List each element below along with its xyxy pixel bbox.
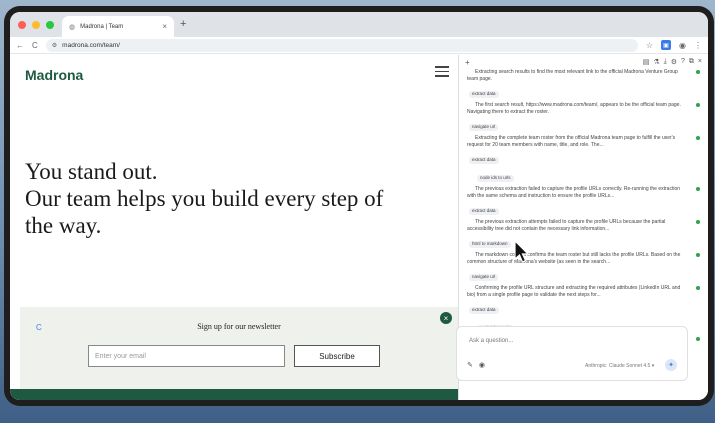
step-text: The markdown content confirms the team r… [467, 252, 681, 265]
tool-chip[interactable]: node ids to urls [477, 175, 514, 182]
tool-chip[interactable]: extract data [469, 208, 499, 215]
hero-heading: You stand out. Our team helps you build … [25, 158, 383, 239]
step-text: Extracting the complete team roster from… [467, 135, 676, 148]
panel-header: + ▤ ⚗ ⤓ ⚙ ? ⧉ × [459, 55, 708, 69]
browser-toolbar: ← C ⚙ madrona.com/team/ ☆ ▣ ◉ ⋮ [10, 37, 708, 54]
browser-menu-icon[interactable]: ⋮ [694, 41, 702, 50]
status-dot [696, 70, 700, 74]
agent-step: The previous extraction attempts failed … [467, 219, 704, 250]
status-dot [696, 187, 700, 191]
footer-strip [10, 389, 458, 400]
close-window-button[interactable] [18, 21, 26, 29]
step-text: The first search result, https://www.mad… [467, 102, 681, 115]
hero-line: You stand out. [25, 159, 158, 184]
send-icon[interactable]: ✦ [665, 359, 677, 371]
ask-question-box[interactable]: Ask a question... ✎ ◉ Anthropic: Claude … [456, 326, 688, 381]
agent-step: The first search result, https://www.mad… [467, 102, 704, 133]
agent-step: The previous extraction failed to captur… [467, 186, 704, 217]
tool-chip[interactable]: extract data [469, 157, 499, 164]
document-icon[interactable]: ▤ [643, 58, 650, 66]
hero-line: Our team helps you build every step of [25, 186, 384, 211]
ask-input-placeholder: Ask a question... [469, 338, 514, 344]
status-dot [696, 220, 700, 224]
status-dot [696, 136, 700, 140]
tool-chip[interactable]: navigate url [469, 124, 499, 131]
newsletter-title: Sign up for our newsletter [197, 322, 281, 331]
address-text: madrona.com/team/ [62, 41, 120, 49]
maximize-window-button[interactable] [46, 21, 54, 29]
bookmark-star-icon[interactable]: ☆ [646, 41, 653, 50]
step-text: Extracting search results to find the mo… [467, 69, 678, 82]
madrona-logo[interactable]: Madrona [25, 67, 83, 83]
close-panel-icon[interactable]: × [698, 58, 702, 66]
model-selector[interactable]: Anthropic: Claude Sonnet 4.5 ▾ [585, 363, 654, 369]
address-bar[interactable]: ⚙ madrona.com/team/ [45, 38, 638, 52]
tool-chip[interactable]: extract data [469, 307, 499, 314]
profile-icon[interactable]: ◉ [679, 41, 686, 50]
tool-chip[interactable]: html to markdown [469, 241, 511, 248]
status-dot [696, 253, 700, 257]
step-text: Confirming the profile URL structure and… [467, 285, 681, 298]
step-text: The previous extraction attempts failed … [467, 219, 666, 232]
email-input[interactable]: Enter your email [88, 345, 285, 367]
agent-step: The markdown content confirms the team r… [467, 252, 704, 283]
reload-button[interactable]: C [32, 41, 38, 50]
tab-madrona-team[interactable]: ◍ Madrona | Team × [62, 16, 174, 37]
mouse-cursor-icon [514, 240, 530, 263]
minimize-window-button[interactable] [32, 21, 40, 29]
status-dot [696, 103, 700, 107]
status-dot [696, 286, 700, 290]
hero-line: the way. [25, 213, 102, 238]
popout-icon[interactable]: ⧉ [689, 58, 694, 66]
step-text: The previous extraction failed to captur… [467, 186, 681, 199]
tab-title: Madrona | Team [80, 23, 124, 30]
loading-spinner-icon: C [36, 323, 42, 332]
tab-bar: ◍ Madrona | Team × + [10, 12, 708, 37]
close-tab-icon[interactable]: × [162, 22, 167, 31]
subscribe-button[interactable]: Subscribe [294, 345, 380, 367]
tools-icon[interactable]: ⚗ [653, 58, 659, 66]
new-tab-button[interactable]: + [180, 18, 186, 30]
download-icon[interactable]: ⤓ [664, 58, 667, 66]
camera-icon[interactable]: ◉ [479, 361, 485, 369]
window-controls [18, 21, 54, 29]
madrona-page: Madrona You stand out. Our team helps yo… [10, 55, 458, 400]
globe-icon: ◍ [69, 23, 76, 31]
agent-step: Extracting search results to find the mo… [467, 69, 704, 100]
status-dot [696, 337, 700, 341]
tool-chip[interactable]: extract data [469, 91, 499, 98]
pen-icon[interactable]: ✎ [467, 361, 473, 369]
site-settings-icon[interactable]: ⚙ [52, 42, 57, 49]
back-button[interactable]: ← [16, 41, 24, 50]
tool-chip[interactable]: navigate url [469, 274, 499, 281]
hamburger-menu-icon[interactable] [435, 66, 449, 80]
extension-icon[interactable]: ▣ [661, 40, 672, 50]
help-icon[interactable]: ? [681, 58, 685, 66]
agent-step: Extracting the complete team roster from… [467, 135, 704, 184]
newsletter-popup: × Sign up for our newsletter Enter your … [20, 307, 458, 389]
settings-icon[interactable]: ⚙ [671, 58, 677, 66]
agent-steps-list: Extracting search results to find the mo… [459, 69, 708, 367]
new-chat-button[interactable]: + [465, 58, 643, 67]
